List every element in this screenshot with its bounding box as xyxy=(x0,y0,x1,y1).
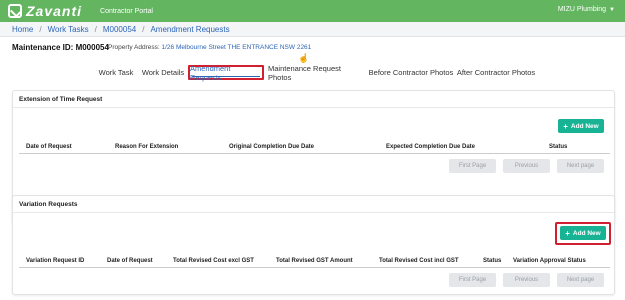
logo-check-icon xyxy=(8,4,22,18)
column-header: Total Revised Cost excl GST xyxy=(173,258,254,264)
variation-add-new-label: Add New xyxy=(572,229,601,237)
plus-icon: + xyxy=(565,228,570,238)
tab-maintenance-request-photos[interactable]: Maintenance Request Photos xyxy=(268,64,364,82)
breadcrumb-separator: / xyxy=(94,24,97,34)
table-header-line xyxy=(19,153,610,154)
variation-add-new-button[interactable]: + Add New xyxy=(560,226,606,240)
table-header-line xyxy=(19,267,610,268)
next-page-button[interactable]: Next page xyxy=(557,273,604,287)
main-content: Maintenance ID: M000054 Property Address… xyxy=(0,37,625,300)
first-page-button[interactable]: First Page xyxy=(449,273,496,287)
tab-before-contractor-photos[interactable]: Before Contractor Photos xyxy=(368,65,454,80)
logo[interactable]: Zavanti xyxy=(8,3,82,19)
breadcrumb-work-tasks[interactable]: Work Tasks xyxy=(48,25,89,34)
variation-requests-card: Variation Requests + Add New Variation R… xyxy=(12,195,615,295)
column-header: Original Completion Due Date xyxy=(229,144,315,150)
card-divider xyxy=(13,107,614,108)
column-header: Date of Request xyxy=(107,258,153,264)
user-name: MIZU Plumbing xyxy=(557,6,607,13)
portal-label: Contractor Portal xyxy=(100,7,153,15)
maintenance-id: Maintenance ID: M000054 xyxy=(12,43,109,52)
column-header: Variation Request ID xyxy=(26,258,85,264)
hand-cursor-icon: ☝ xyxy=(298,53,310,63)
extension-title: Extension of Time Request xyxy=(19,96,103,103)
column-header: Status xyxy=(549,144,568,150)
extension-add-new-label: Add New xyxy=(570,122,599,130)
breadcrumb-home[interactable]: Home xyxy=(12,25,33,34)
logo-text: Zavanti xyxy=(26,3,83,19)
column-header: Variation Approval Status xyxy=(513,258,586,264)
next-page-button[interactable]: Next page xyxy=(557,159,604,173)
tab-bar: Work Task Work Details Amendment Request… xyxy=(0,64,625,83)
variation-title: Variation Requests xyxy=(19,201,78,208)
chevron-down-icon: ▼ xyxy=(609,6,615,13)
column-header: Date of Request xyxy=(26,144,72,150)
column-header: Reason For Extension xyxy=(115,144,179,150)
top-bar: Zavanti Contractor Portal MIZU Plumbing … xyxy=(0,0,625,22)
column-header: Total Revised GST Amount xyxy=(276,258,353,264)
address-label: Property Address: xyxy=(108,44,160,51)
card-divider xyxy=(13,212,614,213)
plus-icon: + xyxy=(563,121,568,131)
column-header: Expected Completion Due Date xyxy=(386,144,476,150)
extension-add-new-button[interactable]: + Add New xyxy=(558,119,604,133)
breadcrumb: Home / Work Tasks / M000054 / Amendment … xyxy=(0,22,625,37)
breadcrumb-separator: / xyxy=(39,24,42,34)
tab-after-contractor-photos[interactable]: After Contractor Photos xyxy=(456,65,536,80)
previous-page-button[interactable]: Previous xyxy=(503,273,550,287)
previous-page-button[interactable]: Previous xyxy=(503,159,550,173)
tab-amendment-requests[interactable]: Amendment Requests xyxy=(188,64,264,82)
column-header: Status xyxy=(483,258,502,264)
property-address: Property Address: 1/26 Melbourne Street … xyxy=(108,44,311,51)
breadcrumb-separator: / xyxy=(142,24,145,34)
column-header: Total Revised Cost incl GST xyxy=(379,258,459,264)
address-value[interactable]: 1/26 Melbourne Street THE ENTRANCE NSW 2… xyxy=(161,44,311,51)
first-page-button[interactable]: First Page xyxy=(449,159,496,173)
user-menu[interactable]: MIZU Plumbing ▼ xyxy=(558,6,615,13)
tab-work-details[interactable]: Work Details xyxy=(140,65,186,80)
breadcrumb-task-id[interactable]: M000054 xyxy=(103,25,136,34)
breadcrumb-current: Amendment Requests xyxy=(150,24,230,34)
tab-work-task[interactable]: Work Task xyxy=(96,65,136,80)
